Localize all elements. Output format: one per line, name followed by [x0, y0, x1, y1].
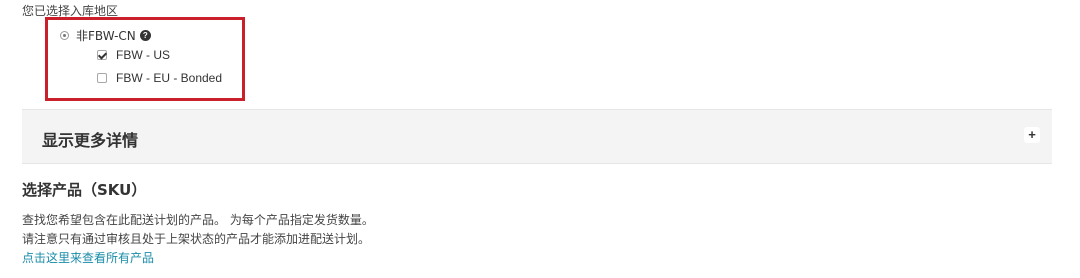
view-all-products-link[interactable]: 点击这里来查看所有产品	[22, 249, 154, 266]
plus-icon[interactable]: +	[1024, 127, 1040, 143]
radio-non-fbw-cn[interactable]: 非FBW-CN ?	[60, 27, 151, 44]
checkbox-fbw-us[interactable]	[97, 50, 107, 60]
checkbox-label-fbw-us: FBW - US	[116, 48, 170, 62]
select-products-title: 选择产品（SKU）	[22, 181, 147, 199]
checkbox-row-fbw-us[interactable]: FBW - US	[97, 48, 170, 62]
radio-button[interactable]	[60, 31, 69, 40]
products-description-line-2: 请注意只有通过审核且处于上架状态的产品才能添加进配送计划。	[22, 232, 371, 246]
details-title: 显示更多详情	[42, 131, 139, 150]
radio-label: 非FBW-CN	[76, 29, 136, 43]
checkbox-fbw-eu-bonded[interactable]	[97, 73, 107, 83]
help-icon[interactable]: ?	[139, 30, 151, 41]
checkbox-row-fbw-eu-bonded[interactable]: FBW - EU - Bonded	[97, 71, 222, 85]
products-description-line-1: 查找您希望包含在此配送计划的产品。 为每个产品指定发货数量。	[22, 213, 374, 227]
checkbox-label-fbw-eu-bonded: FBW - EU - Bonded	[116, 71, 223, 85]
details-panel[interactable]: 显示更多详情 +	[22, 109, 1052, 164]
